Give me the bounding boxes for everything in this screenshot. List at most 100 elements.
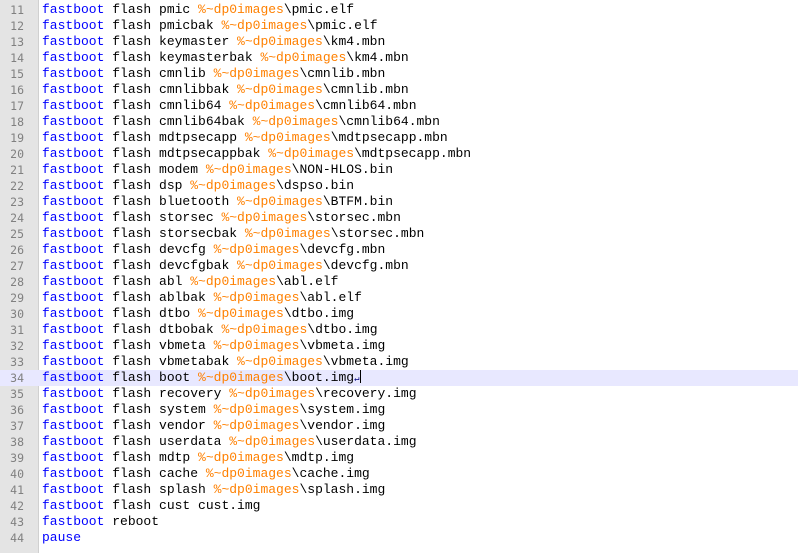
keyword-token: fastboot [42,226,105,241]
line-number: 40 [10,467,24,481]
current-code-line[interactable]: 34 fastboot flash boot %~dp0images\boot.i… [0,370,798,386]
code-line[interactable]: 16 fastboot flash cmnlibbak %~dp0images\c… [0,82,798,98]
code-line[interactable]: 28 fastboot flash abl %~dp0images\abl.elf [0,274,798,290]
command-token: flash system [104,402,214,417]
line-code: fastboot flash pmicbak %~dp0images\pmic.… [42,18,378,34]
keyword-token: fastboot [42,402,105,417]
command-token: flash boot [104,370,199,385]
command-token: flash cust cust.img [104,498,261,513]
line-number: 42 [10,499,24,513]
code-line[interactable]: 18 fastboot flash cmnlib64bak %~dp0images… [0,114,798,130]
line-number: 22 [10,179,24,193]
variable-token: %~dp0images [221,210,308,225]
code-line[interactable]: 40 fastboot flash cache %~dp0images\cache… [0,466,798,482]
code-line[interactable]: 11 fastboot flash pmic %~dp0images\pmic.e… [0,2,798,18]
code-line[interactable]: 20 fastboot flash mdtpsecappbak %~dp0imag… [0,146,798,162]
path-token: \cmnlib.mbn [299,66,386,81]
command-token: reboot [104,514,160,529]
command-token: flash cache [104,466,206,481]
keyword-token: fastboot [42,242,105,257]
command-token: flash abl [104,274,191,289]
code-line[interactable]: 35 fastboot flash recovery %~dp0images\re… [0,386,798,402]
command-token: flash vbmetabak [104,354,238,369]
keyword-token: fastboot [42,82,105,97]
variable-token: %~dp0images [237,194,323,209]
code-line[interactable]: 39 fastboot flash mdtp %~dp0images\mdtp.i… [0,450,798,466]
code-line[interactable]: 32 fastboot flash vbmeta %~dp0images\vbme… [0,338,798,354]
code-line[interactable]: 29 fastboot flash ablbak %~dp0images\abl.… [0,290,798,306]
command-token: flash ablbak [104,290,214,305]
variable-token: %~dp0images [213,418,300,433]
path-token: \storsec.mbn [330,226,425,241]
line-number: 44 [10,531,24,545]
variable-token: %~dp0images [252,114,339,129]
path-token: \splash.img [299,482,386,497]
code-line[interactable]: 23 fastboot flash bluetooth %~dp0images\B… [0,194,798,210]
code-line[interactable]: 30 fastboot flash dtbo %~dp0images\dtbo.i… [0,306,798,322]
keyword-token: fastboot [42,274,105,289]
code-line[interactable]: 13 fastboot flash keymaster %~dp0images\k… [0,34,798,50]
line-code: pause [42,530,81,546]
command-token: flash keymasterbak [104,50,261,65]
code-line[interactable]: 19 fastboot flash mdtpsecapp %~dp0images\… [0,130,798,146]
code-line[interactable]: 36 fastboot flash system %~dp0images\syst… [0,402,798,418]
code-line[interactable]: 12 fastboot flash pmicbak %~dp0images\pmi… [0,18,798,34]
line-code: fastboot flash cmnlibbak %~dp0images\cmn… [42,82,409,98]
code-line[interactable]: 38 fastboot flash userdata %~dp0images\us… [0,434,798,450]
code-line[interactable]: 17 fastboot flash cmnlib64 %~dp0images\cm… [0,98,798,114]
line-code: fastboot flash storsecbak %~dp0images\st… [42,226,424,242]
code-line[interactable]: 15 fastboot flash cmnlib %~dp0images\cmnl… [0,66,798,82]
keyword-token: fastboot [42,34,105,49]
code-line[interactable]: 44 pause [0,530,798,546]
code-area[interactable]: 11 fastboot flash pmic %~dp0images\pmic.e… [0,2,798,546]
keyword-token: fastboot [42,178,105,193]
text-editor[interactable]: 11 fastboot flash pmic %~dp0images\pmic.e… [0,0,798,553]
code-line[interactable]: 33 fastboot flash vbmetabak %~dp0images\v… [0,354,798,370]
line-code: fastboot flash mdtpsecappbak %~dp0images… [42,146,471,162]
code-line[interactable]: 26 fastboot flash devcfg %~dp0images\devc… [0,242,798,258]
code-line[interactable]: 27 fastboot flash devcfgbak %~dp0images\d… [0,258,798,274]
line-number: 35 [10,387,24,401]
variable-token: %~dp0images [268,146,355,161]
code-line[interactable]: 22 fastboot flash dsp %~dp0images\dspso.b… [0,178,798,194]
code-line[interactable]: 25 fastboot flash storsecbak %~dp0images\… [0,226,798,242]
line-number: 26 [10,243,24,257]
command-token: flash dtbobak [104,322,222,337]
keyword-token: fastboot [42,434,105,449]
line-number: 39 [10,451,24,465]
code-line[interactable]: 31 fastboot flash dtbobak %~dp0images\dtb… [0,322,798,338]
command-token: flash keymaster [104,34,238,49]
path-token: \pmic.elf [283,2,355,17]
command-token: flash dtbo [104,306,199,321]
line-code: fastboot flash cmnlib64bak %~dp0images\c… [42,114,440,130]
line-number: 37 [10,419,24,433]
line-code: fastboot flash vbmetabak %~dp0images\vbm… [42,354,409,370]
keyword-token: fastboot [42,450,105,465]
command-token: flash devcfg [104,242,214,257]
path-token: \cache.img [291,466,370,481]
path-token: \userdata.img [315,434,417,449]
variable-token: %~dp0images [205,466,292,481]
line-code: fastboot flash mdtp %~dp0images\mdtp.img [42,450,354,466]
line-code: fastboot flash devcfgbak %~dp0images\dev… [42,258,409,274]
code-line[interactable]: 41 fastboot flash splash %~dp0images\spla… [0,482,798,498]
line-code: fastboot flash devcfg %~dp0images\devcfg… [42,242,385,258]
command-token: flash cmnlibbak [104,82,238,97]
line-number: 15 [10,67,24,81]
path-token: \mdtp.img [283,450,355,465]
line-number: 43 [10,515,24,529]
code-line[interactable]: 21 fastboot flash modem %~dp0images\NON-H… [0,162,798,178]
code-line[interactable]: 37 fastboot flash vendor %~dp0images\vend… [0,418,798,434]
code-line[interactable]: 24 fastboot flash storsec %~dp0images\sto… [0,210,798,226]
keyword-token: fastboot [42,290,105,305]
code-line[interactable]: 43 fastboot reboot [0,514,798,530]
code-line[interactable]: 14 fastboot flash keymasterbak %~dp0image… [0,50,798,66]
command-token: flash cmnlib [104,66,214,81]
code-line[interactable]: 42 fastboot flash cust cust.img [0,498,798,514]
command-token: flash pmic [104,2,199,17]
variable-token: %~dp0images [221,18,308,33]
line-number: 25 [10,227,24,241]
line-code: fastboot flash vendor %~dp0images\vendor… [42,418,385,434]
keyword-token: fastboot [42,482,105,497]
variable-token: %~dp0images [229,386,316,401]
